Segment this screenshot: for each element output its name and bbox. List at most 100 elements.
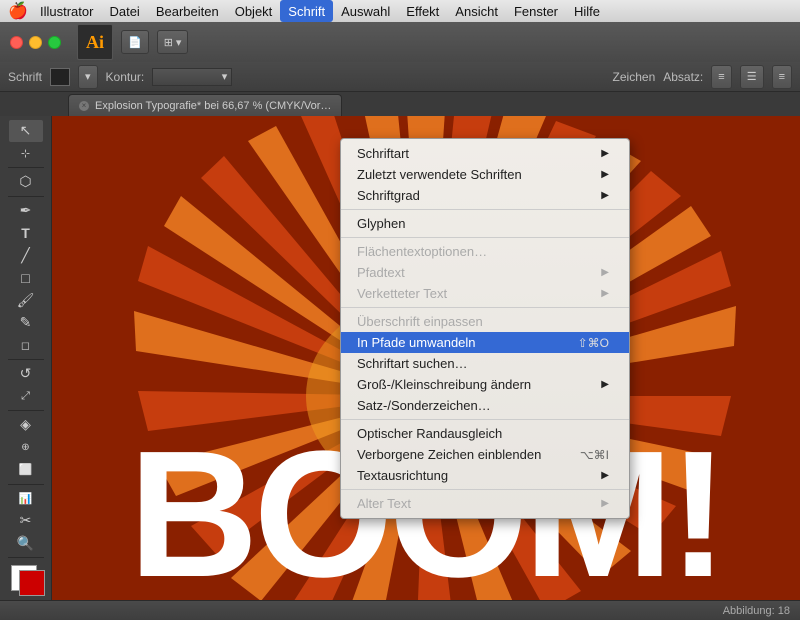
tool-rectangle[interactable]: □ bbox=[9, 267, 43, 289]
menu-optischer-randausgleich[interactable]: Optischer Randausgleich bbox=[341, 423, 629, 444]
fill-options[interactable]: ▾ bbox=[78, 65, 98, 89]
align-right-btn[interactable]: ≡ bbox=[772, 65, 792, 89]
arrange-button[interactable]: ⊞ ▾ bbox=[157, 30, 189, 54]
tab-title: Explosion Typografie* bei 66,67 % (CMYK/… bbox=[95, 100, 331, 112]
arrange-icon: ⊞ bbox=[164, 36, 173, 49]
tool-gradient[interactable]: ◈ bbox=[9, 414, 43, 436]
menu-schrift[interactable]: Schrift bbox=[280, 0, 333, 22]
fullscreen-button[interactable] bbox=[48, 36, 61, 49]
menubar: 🍎 Illustrator Datei Bearbeiten Objekt Sc… bbox=[0, 0, 800, 22]
tool-separator-5 bbox=[8, 484, 44, 485]
arrange-dropdown-icon: ▾ bbox=[176, 36, 182, 49]
color-swatch-area bbox=[5, 565, 47, 596]
separator-2 bbox=[341, 237, 629, 238]
close-button[interactable] bbox=[10, 36, 23, 49]
menu-fenster[interactable]: Fenster bbox=[506, 0, 566, 22]
tool-separator-2 bbox=[8, 196, 44, 197]
tool-line[interactable]: ╱ bbox=[9, 244, 43, 266]
menu-textausrichtung[interactable]: Textausrichtung ▶ bbox=[341, 465, 629, 486]
tool-chart[interactable]: 📊 bbox=[9, 488, 43, 510]
tab-close-button[interactable]: × bbox=[79, 101, 89, 111]
menu-ansicht[interactable]: Ansicht bbox=[447, 0, 506, 22]
separator-1 bbox=[341, 209, 629, 210]
status-text: Abbildung: 18 bbox=[723, 605, 790, 617]
tool-scissors[interactable]: ✂ bbox=[9, 510, 43, 532]
menu-verborgene-zeichen[interactable]: Verborgene Zeichen einblenden ⌥⌘I bbox=[341, 444, 629, 465]
tool-separator-4 bbox=[8, 410, 44, 411]
gross-klein-arrow: ▶ bbox=[601, 379, 609, 390]
align-left-btn[interactable]: ≡ bbox=[711, 65, 731, 89]
new-doc-icon: 📄 bbox=[128, 36, 142, 49]
schriftart-arrow: ▶ bbox=[601, 148, 609, 159]
menu-schriftart[interactable]: Schriftart ▶ bbox=[341, 143, 629, 164]
menu-flaechentextoptionen: Flächentextoptionen… bbox=[341, 241, 629, 262]
tool-pen[interactable]: ✒ bbox=[9, 199, 43, 221]
traffic-lights bbox=[10, 36, 61, 49]
schriftgrad-arrow: ▶ bbox=[601, 190, 609, 201]
menu-pfadtext: Pfadtext ▶ bbox=[341, 262, 629, 283]
main-area: ↖ ⊹ ⬡ ✒ T ╱ □ 🖌 ✎ ◻ ↺ ⤢ ◈ ⊕ ⬜ 📊 ✂ 🔍 bbox=[0, 116, 800, 600]
apple-menu[interactable]: 🍎 bbox=[8, 0, 28, 22]
separator-5 bbox=[341, 489, 629, 490]
statusbar: Abbildung: 18 bbox=[0, 600, 800, 620]
textausrichtung-arrow: ▶ bbox=[601, 470, 609, 481]
tool-separator-1 bbox=[8, 167, 44, 168]
menu-gross-kleinschreibung[interactable]: Groß-/Kleinschreibung ändern ▶ bbox=[341, 374, 629, 395]
tool-lasso[interactable]: ⬡ bbox=[9, 171, 43, 193]
menu-schriftgrad[interactable]: Schriftgrad ▶ bbox=[341, 185, 629, 206]
menu-bearbeiten[interactable]: Bearbeiten bbox=[148, 0, 227, 22]
menu-effekt[interactable]: Effekt bbox=[398, 0, 447, 22]
menu-in-pfade-umwandeln[interactable]: In Pfade umwandeln ⇧⌘O bbox=[341, 332, 629, 353]
pfadtext-arrow: ▶ bbox=[601, 267, 609, 278]
menu-glyphen[interactable]: Glyphen bbox=[341, 213, 629, 234]
tool-pencil[interactable]: ✎ bbox=[9, 312, 43, 334]
tool-separator-6 bbox=[8, 557, 44, 558]
zeichen-label[interactable]: Zeichen bbox=[613, 70, 656, 84]
kontur-label: Kontur: bbox=[106, 70, 145, 84]
menu-illustrator[interactable]: Illustrator bbox=[32, 0, 101, 22]
schrift-menu[interactable]: Schriftart ▶ Zuletzt verwendete Schrifte… bbox=[340, 138, 630, 519]
verborgene-shortcut: ⌥⌘I bbox=[580, 448, 609, 462]
kontur-dropdown[interactable]: ▾ bbox=[152, 68, 232, 86]
menu-datei[interactable]: Datei bbox=[101, 0, 147, 22]
tool-mesh[interactable]: ⊕ bbox=[9, 437, 43, 459]
fill-color-swatch[interactable] bbox=[50, 68, 70, 86]
menu-ueberschrift: Überschrift einpassen bbox=[341, 311, 629, 332]
tool-separator-3 bbox=[8, 359, 44, 360]
kontur-arrow: ▾ bbox=[222, 70, 228, 83]
tool-direct-selection[interactable]: ⊹ bbox=[9, 143, 43, 165]
menu-verketteter-text: Verketteter Text ▶ bbox=[341, 283, 629, 304]
optionsbar: Schrift ▾ Kontur: ▾ Zeichen Absatz: ≡ ☰ … bbox=[0, 62, 800, 92]
titlebar: Ai 📄 ⊞ ▾ bbox=[0, 22, 800, 62]
tool-scale[interactable]: ⤢ bbox=[9, 386, 43, 408]
align-center-btn[interactable]: ☰ bbox=[740, 65, 764, 89]
tool-paintbrush[interactable]: 🖌 bbox=[9, 290, 43, 312]
tool-rotate[interactable]: ↺ bbox=[9, 363, 43, 385]
toolbox: ↖ ⊹ ⬡ ✒ T ╱ □ 🖌 ✎ ◻ ↺ ⤢ ◈ ⊕ ⬜ 📊 ✂ 🔍 bbox=[0, 116, 52, 600]
tool-eraser[interactable]: ◻ bbox=[9, 335, 43, 357]
separator-4 bbox=[341, 419, 629, 420]
tabbar: × Explosion Typografie* bei 66,67 % (CMY… bbox=[0, 92, 800, 116]
document-tab[interactable]: × Explosion Typografie* bei 66,67 % (CMY… bbox=[68, 94, 342, 116]
menu-recent-fonts[interactable]: Zuletzt verwendete Schriften ▶ bbox=[341, 164, 629, 185]
menu-objekt[interactable]: Objekt bbox=[227, 0, 281, 22]
in-pfade-shortcut: ⇧⌘O bbox=[578, 336, 609, 350]
fill-icon: ▾ bbox=[85, 70, 91, 83]
menu-satz-sonderzeichen[interactable]: Satz-/Sonderzeichen… bbox=[341, 395, 629, 416]
tool-live-paint[interactable]: ⬜ bbox=[9, 459, 43, 481]
menu-schriftart-suchen[interactable]: Schriftart suchen… bbox=[341, 353, 629, 374]
menu-hilfe[interactable]: Hilfe bbox=[566, 0, 608, 22]
background-color[interactable] bbox=[19, 570, 45, 596]
menu-alter-text: Alter Text ▶ bbox=[341, 493, 629, 514]
menu-auswahl[interactable]: Auswahl bbox=[333, 0, 398, 22]
new-doc-button[interactable]: 📄 bbox=[121, 30, 149, 54]
app-logo: Ai bbox=[77, 24, 113, 60]
tool-zoom[interactable]: 🔍 bbox=[9, 533, 43, 555]
absatz-label[interactable]: Absatz: bbox=[663, 70, 703, 84]
alter-text-arrow: ▶ bbox=[601, 498, 609, 509]
tool-text[interactable]: T bbox=[9, 222, 43, 244]
minimize-button[interactable] bbox=[29, 36, 42, 49]
schrift-label: Schrift bbox=[8, 70, 42, 84]
separator-3 bbox=[341, 307, 629, 308]
tool-selection[interactable]: ↖ bbox=[9, 120, 43, 142]
